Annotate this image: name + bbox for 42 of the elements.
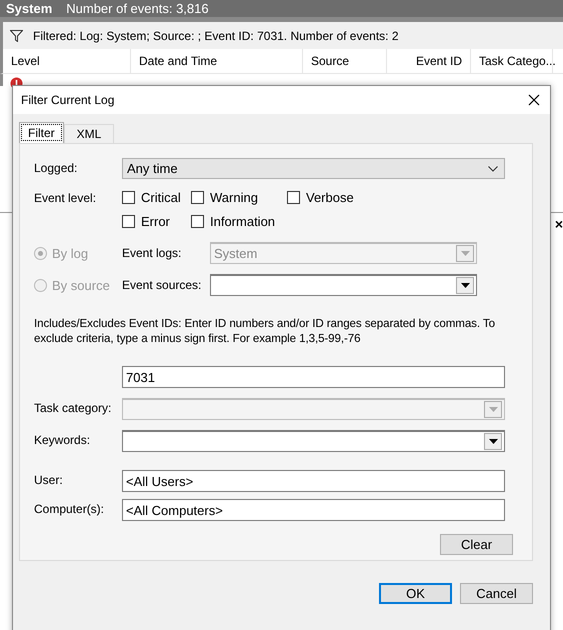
- field-label: Keywords:: [34, 432, 92, 447]
- level-checkbox[interactable]: Critical: [122, 190, 191, 205]
- tab[interactable]: Filter: [19, 122, 64, 143]
- caret-icon: [460, 283, 470, 288]
- caret-icon: [488, 166, 498, 172]
- logged-dropdown[interactable]: Any time: [122, 158, 505, 179]
- log-name: System: [6, 1, 52, 16]
- filter-icon: [10, 30, 23, 42]
- field-label: Event level:: [34, 190, 98, 205]
- event-count: Number of events: 3,816: [66, 1, 209, 16]
- filter-summary: Filtered: Log: System; Source: ; Event ID: 7031. Number of events: 2: [33, 28, 399, 42]
- event-ids-description: Includes/Excludes Event IDs: Enter ID numbers and/or ID ranges separated by commas. To exclude criteria, type a minus sign first. For example 1,3,5-99,-76: [34, 316, 496, 346]
- level-checkbox[interactable]: Warning: [191, 190, 287, 205]
- field-label: Event sources:: [122, 278, 202, 292]
- level-checkbox[interactable]: Information: [191, 214, 287, 229]
- keywords-dropdown[interactable]: [122, 430, 505, 452]
- column-header[interactable]: Level: [3, 49, 131, 73]
- dialog-title: Filter Current Log: [21, 93, 114, 107]
- field-label: User:: [34, 472, 64, 487]
- field-label: Event logs:: [122, 246, 182, 260]
- event-id-field[interactable]: 7031: [122, 366, 505, 388]
- column-header[interactable]: Task Catego...: [471, 49, 553, 73]
- column-header[interactable]: Source: [303, 49, 387, 73]
- column-header[interactable]: Event ID: [387, 49, 471, 73]
- caret-icon: [488, 439, 498, 444]
- field-label: Logged:: [34, 160, 78, 175]
- dropdown-button[interactable]: [484, 433, 502, 450]
- field-label: Computer(s):: [34, 501, 106, 516]
- caret-icon: [460, 251, 470, 256]
- caret-icon: [488, 407, 498, 412]
- level-checkbox[interactable]: Error: [122, 214, 191, 229]
- level-checkbox[interactable]: Verbose: [287, 190, 505, 205]
- user-field[interactable]: <All Users>: [122, 470, 505, 492]
- computer-field[interactable]: <All Computers>: [122, 499, 505, 521]
- close-icon[interactable]: [526, 92, 542, 108]
- ok-button[interactable]: OK: [379, 583, 452, 604]
- field-label: Task category:: [34, 400, 112, 415]
- tab[interactable]: XML: [64, 124, 114, 143]
- column-header[interactable]: Date and Time: [131, 49, 303, 73]
- cancel-button[interactable]: Cancel: [460, 583, 533, 604]
- clear-button[interactable]: Clear: [440, 534, 513, 555]
- close-glyph[interactable]: ×: [554, 216, 563, 232]
